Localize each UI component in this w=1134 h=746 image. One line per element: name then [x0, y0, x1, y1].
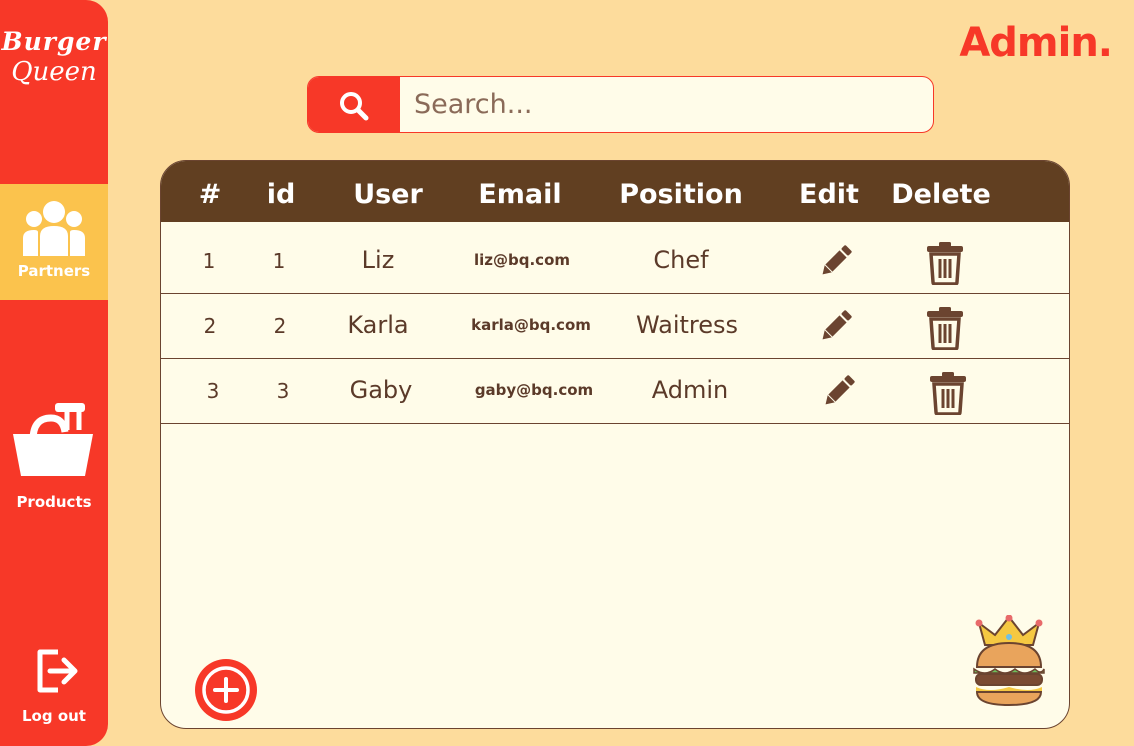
row-divider	[161, 423, 1069, 424]
trash-icon	[927, 307, 963, 351]
edit-button[interactable]	[816, 241, 856, 285]
row-email: liz@bq.com	[473, 251, 571, 269]
col-header-position: Position	[619, 179, 743, 210]
row-user: Liz	[361, 246, 395, 274]
col-header-delete: Delete	[891, 179, 991, 210]
row-email: karla@bq.com	[471, 316, 591, 334]
search-bar	[307, 76, 934, 133]
search-button[interactable]	[308, 77, 400, 132]
row-email: gaby@bq.com	[474, 381, 594, 399]
table-row: 3 3 Gaby gaby@bq.com Admin	[161, 359, 1069, 423]
table-row: 2 2 Karla karla@bq.com Waitress	[161, 294, 1069, 358]
row-number: 1	[202, 249, 216, 273]
row-id: 3	[276, 379, 290, 403]
edit-button[interactable]	[819, 371, 859, 415]
nav-logout[interactable]: Log out	[0, 644, 108, 734]
nav-logout-label: Log out	[22, 707, 86, 725]
sidebar: Burger Queen Partners Products Log out	[0, 0, 108, 746]
row-id: 1	[272, 249, 286, 273]
col-header-email: Email	[478, 179, 562, 210]
col-header-number: #	[198, 179, 222, 210]
col-header-id: id	[266, 179, 296, 210]
delete-button[interactable]	[925, 241, 965, 289]
delete-button[interactable]	[925, 306, 965, 354]
row-position: Admin	[651, 376, 729, 404]
col-header-edit: Edit	[799, 179, 859, 210]
row-number: 3	[206, 379, 220, 403]
pencil-icon	[822, 245, 852, 275]
brand-line-2: Queen	[11, 56, 97, 87]
admin-role-label: Admin.	[959, 20, 1113, 66]
row-number: 2	[203, 314, 217, 338]
edit-button[interactable]	[816, 306, 856, 350]
col-header-user: User	[353, 179, 423, 210]
row-position: Waitress	[635, 311, 739, 339]
add-partner-button[interactable]	[195, 659, 257, 721]
pencil-icon	[822, 310, 852, 340]
nav-partners-label: Partners	[17, 262, 91, 280]
brand-logo: Burger Queen	[0, 28, 108, 86]
row-user: Karla	[347, 311, 409, 339]
delete-button[interactable]	[928, 371, 968, 419]
table-row: 1 1 Liz liz@bq.com Chef	[161, 229, 1069, 293]
search-icon	[340, 92, 369, 121]
trash-icon	[930, 372, 966, 416]
table-header: # id User Email Position Edit Delete	[161, 161, 1069, 222]
logout-icon	[32, 644, 80, 702]
row-position: Chef	[653, 246, 709, 274]
crowned-burger-icon	[969, 614, 1049, 715]
partners-table-panel: # id User Email Position Edit Delete 1 1…	[160, 160, 1070, 729]
users-icon	[22, 200, 86, 260]
brand-line-1: Burger	[1, 27, 107, 56]
basket-icon	[11, 400, 95, 484]
pencil-icon	[825, 375, 855, 405]
row-user: Gaby	[349, 376, 413, 404]
nav-partners[interactable]: Partners	[0, 184, 108, 300]
trash-icon	[927, 242, 963, 286]
search-input[interactable]	[400, 77, 933, 132]
nav-products-label: Products	[16, 493, 92, 511]
plus-circle-icon	[202, 666, 250, 714]
nav-products[interactable]: Products	[0, 398, 108, 518]
row-id: 2	[273, 314, 287, 338]
